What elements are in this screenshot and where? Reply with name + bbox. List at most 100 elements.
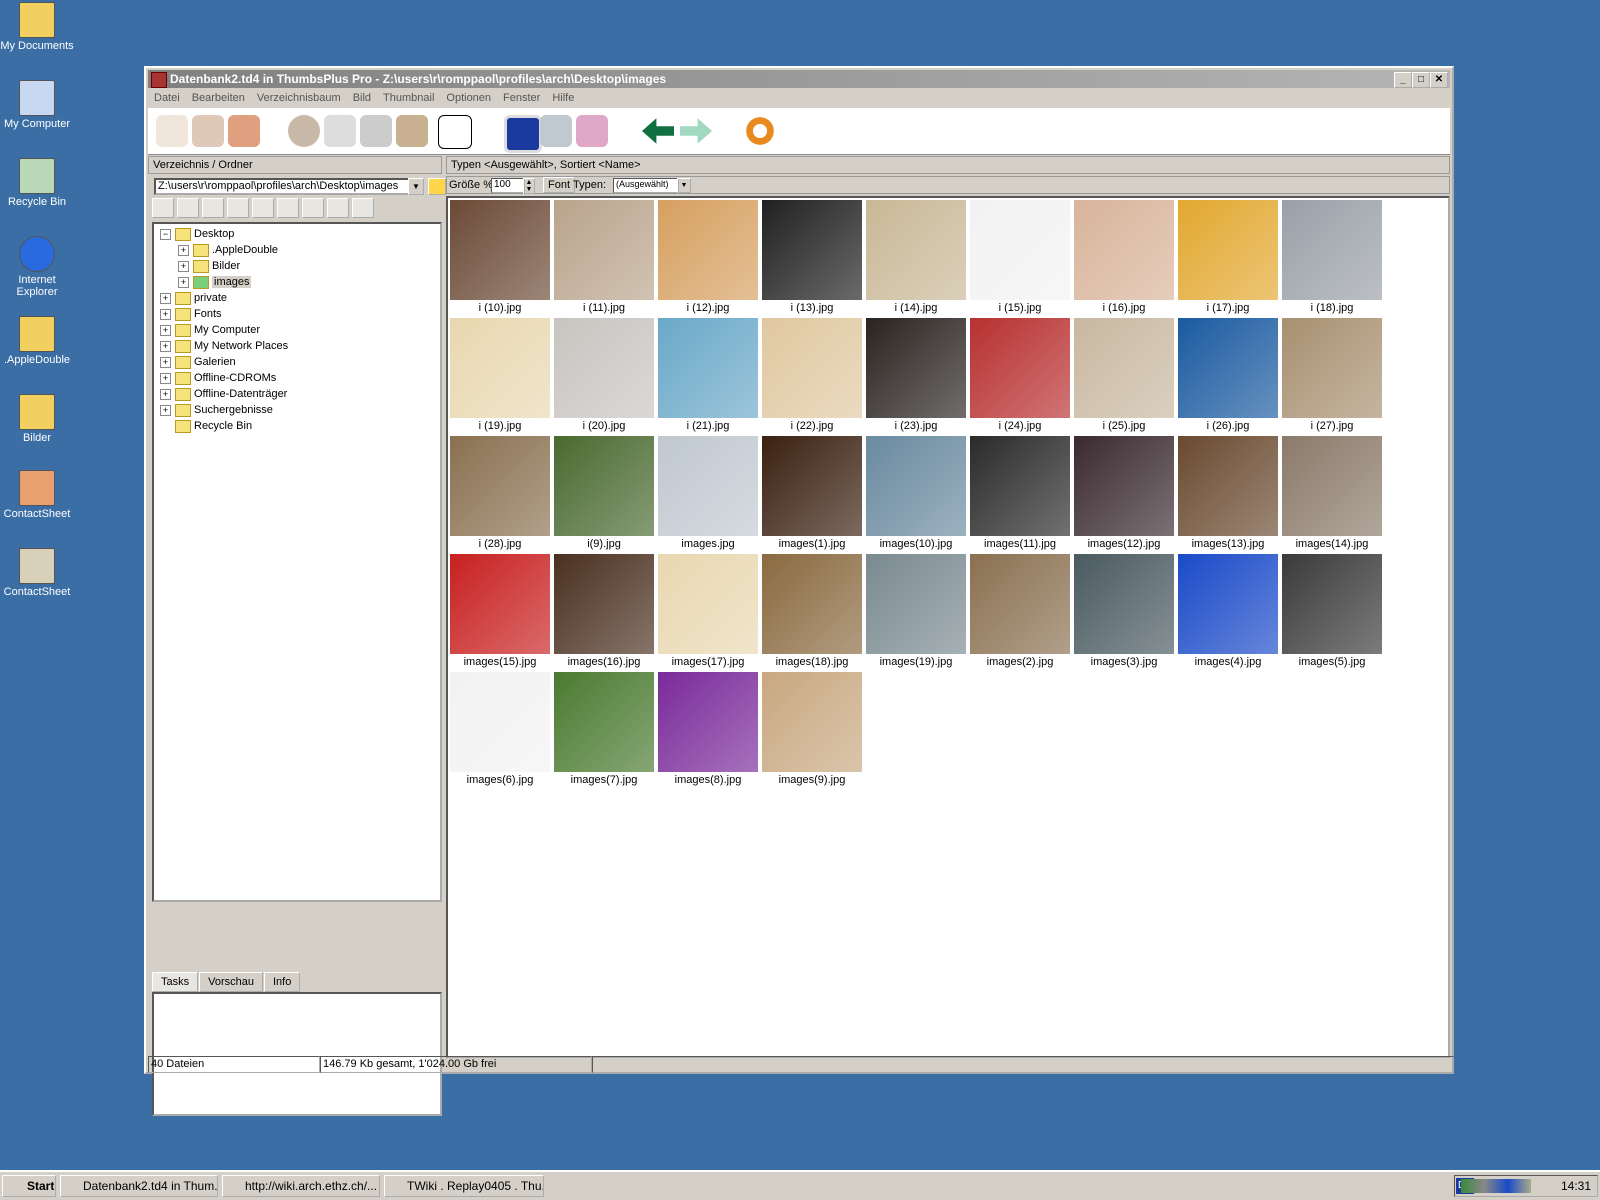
thumbnail-image[interactable]: [554, 672, 654, 772]
tree-home-icon[interactable]: [177, 198, 199, 218]
task-wiki-browser[interactable]: http://wiki.arch.ethz.ch/...: [222, 1175, 380, 1197]
tree-expander[interactable]: +: [160, 356, 171, 368]
tree-fonts-icon[interactable]: [202, 198, 224, 218]
thumbnail-image[interactable]: [1178, 200, 1278, 300]
thumbnail-image[interactable]: [658, 436, 758, 536]
tree-node[interactable]: + My Network Places: [160, 338, 288, 354]
tree-node[interactable]: + images: [178, 274, 252, 290]
tree-node[interactable]: + Bilder: [178, 258, 240, 274]
menu-item[interactable]: Bearbeiten: [186, 90, 251, 106]
thumbnail-item[interactable]: i (21).jpg: [656, 316, 760, 434]
thumbnail-image[interactable]: [1178, 554, 1278, 654]
thumbnail-image[interactable]: [970, 554, 1070, 654]
thumbnail-image[interactable]: [866, 554, 966, 654]
thumbnail-item[interactable]: images(12).jpg: [1072, 434, 1176, 552]
tree-network-icon[interactable]: [252, 198, 274, 218]
thumbnail-item[interactable]: images(15).jpg: [448, 552, 552, 670]
menu-item[interactable]: Hilfe: [546, 90, 580, 106]
thumbnail-image[interactable]: [450, 554, 550, 654]
thumbnail-item[interactable]: images(3).jpg: [1072, 552, 1176, 670]
thumbnail-item[interactable]: images(18).jpg: [760, 552, 864, 670]
tree-node[interactable]: + Offline-Datenträger: [160, 386, 287, 402]
hand-tool-icon[interactable]: [156, 115, 188, 147]
thumbnail-item[interactable]: images(17).jpg: [656, 552, 760, 670]
tree-gallery-icon[interactable]: [277, 198, 299, 218]
tree-node[interactable]: + .AppleDouble: [178, 242, 278, 258]
thumbnail-image[interactable]: [970, 436, 1070, 536]
thumbnail-item[interactable]: i (28).jpg: [448, 434, 552, 552]
size-input[interactable]: 100: [491, 178, 525, 193]
thumbnail-item[interactable]: i (20).jpg: [552, 316, 656, 434]
thumbnail-image[interactable]: [450, 672, 550, 772]
thumbnail-image[interactable]: [866, 200, 966, 300]
thumbnail-item[interactable]: i (23).jpg: [864, 316, 968, 434]
tree-node[interactable]: + Galerien: [160, 354, 236, 370]
thumbnail-image[interactable]: [554, 436, 654, 536]
thumbnail-item[interactable]: images(5).jpg: [1280, 552, 1384, 670]
thumbnail-image[interactable]: [450, 200, 550, 300]
tree-expander[interactable]: −: [160, 228, 171, 240]
thumbnail-image[interactable]: [658, 672, 758, 772]
eye-view-icon[interactable]: [288, 115, 320, 147]
thumbnail-item[interactable]: i (10).jpg: [448, 198, 552, 316]
desktop-icon-6[interactable]: ContactSheet: [0, 470, 74, 520]
thumbnail-item[interactable]: images(13).jpg: [1176, 434, 1280, 552]
thumbnail-item[interactable]: i (12).jpg: [656, 198, 760, 316]
thumbnail-item[interactable]: images(19).jpg: [864, 552, 968, 670]
brush-edit-icon[interactable]: [360, 115, 392, 147]
scan-icon[interactable]: [396, 115, 428, 147]
menu-item[interactable]: Fenster: [497, 90, 546, 106]
tree-drives-icon[interactable]: [227, 198, 249, 218]
desktop-icon-0[interactable]: My Documents: [0, 2, 74, 52]
close-button[interactable]: ✕: [1430, 72, 1448, 88]
thumbnail-image[interactable]: [762, 672, 862, 772]
thumbnail-item[interactable]: i (18).jpg: [1280, 198, 1384, 316]
tree-node[interactable]: + private: [160, 290, 227, 306]
folder-up-icon[interactable]: [428, 178, 446, 195]
menu-item[interactable]: Optionen: [440, 90, 497, 106]
thumbnail-item[interactable]: i (19).jpg: [448, 316, 552, 434]
thumbnail-image[interactable]: [450, 318, 550, 418]
thumbnail-item[interactable]: images(6).jpg: [448, 670, 552, 788]
menu-item[interactable]: Bild: [347, 90, 377, 106]
task-twiki-browser[interactable]: TWiki . Replay0405 . Thu...: [384, 1175, 544, 1197]
thumbnail-item[interactable]: i (15).jpg: [968, 198, 1072, 316]
tree-expander[interactable]: +: [160, 308, 171, 320]
thumbnail-item[interactable]: images(7).jpg: [552, 670, 656, 788]
thumbnail-item[interactable]: images(11).jpg: [968, 434, 1072, 552]
thumbnail-image[interactable]: [1282, 318, 1382, 418]
tree-expander[interactable]: +: [160, 388, 171, 400]
thumbnail-image[interactable]: [762, 436, 862, 536]
path-combobox[interactable]: Z:\users\r\romppaol\profiles\arch\Deskto…: [154, 178, 416, 195]
thumbnail-image[interactable]: [762, 554, 862, 654]
tree-expander[interactable]: +: [178, 276, 189, 288]
thumbnail-item[interactable]: i (25).jpg: [1072, 316, 1176, 434]
back-arrow-icon[interactable]: [642, 118, 674, 144]
clipboard-icon[interactable]: [438, 115, 472, 149]
thumbnail-item[interactable]: images(8).jpg: [656, 670, 760, 788]
thumbnail-item[interactable]: images(2).jpg: [968, 552, 1072, 670]
thumbnail-image[interactable]: [554, 318, 654, 418]
slideshow-icon[interactable]: [540, 115, 572, 147]
folder-tree[interactable]: − Desktop + .AppleDouble + Bilder + images + priv…: [152, 222, 442, 902]
thumbnail-item[interactable]: i (17).jpg: [1176, 198, 1280, 316]
size-spinner[interactable]: ▲ ▼: [523, 178, 535, 194]
thumbnail-item[interactable]: images(10).jpg: [864, 434, 968, 552]
tab-info[interactable]: Info: [264, 972, 301, 992]
menu-item[interactable]: Datei: [148, 90, 186, 106]
thumbnail-item[interactable]: i (11).jpg: [552, 198, 656, 316]
thumbnail-item[interactable]: images(14).jpg: [1280, 434, 1384, 552]
thumbnail-image[interactable]: [1282, 436, 1382, 536]
thumbnail-image[interactable]: [658, 318, 758, 418]
tree-node[interactable]: Recycle Bin: [160, 418, 252, 434]
tree-expander[interactable]: +: [178, 260, 189, 272]
tree-node[interactable]: − Desktop: [160, 226, 234, 242]
thumbnail-image[interactable]: [1282, 554, 1382, 654]
desktop-icon-4[interactable]: .AppleDouble: [0, 316, 74, 366]
desktop-icon-7[interactable]: ContactSheet: [0, 548, 74, 598]
types-select[interactable]: (Ausgewählt): [613, 178, 679, 193]
tree-node[interactable]: + Offline-CDROMs: [160, 370, 276, 386]
tree-expander[interactable]: +: [160, 292, 171, 304]
tree-search-binoculars-icon[interactable]: [352, 198, 374, 218]
thumbnail-item[interactable]: i (24).jpg: [968, 316, 1072, 434]
